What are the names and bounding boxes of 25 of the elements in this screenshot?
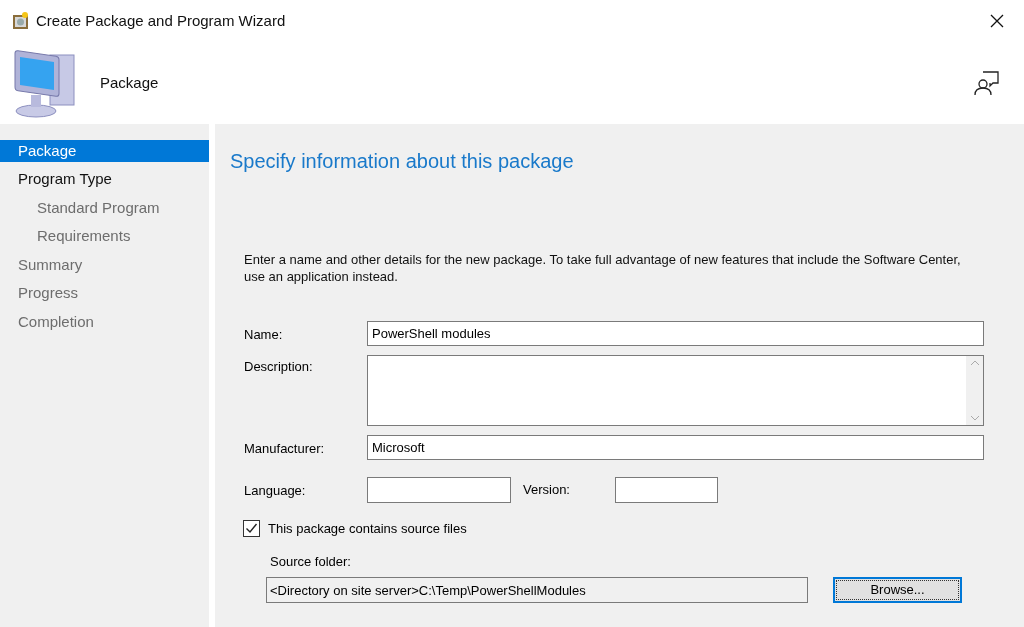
field-label: Source folder: — [270, 552, 352, 571]
field-label: Manufacturer: — [244, 440, 326, 458]
intro-text: Enter a name and other details for the new package. To take full advantage of new features that include the Software Center, use an application instead. — [244, 251, 962, 285]
source-folder-field[interactable]: <Directory on site server>C:\Temp\PowerShellModules — [266, 577, 808, 603]
checkbox-label: This package contains source files — [268, 520, 467, 538]
field-label: Version: — [523, 481, 571, 500]
description-field[interactable] — [367, 355, 984, 426]
name-field[interactable]: PowerShell modules — [367, 321, 984, 346]
field-label: Language: — [244, 482, 307, 500]
manufacturer-field[interactable]: Microsoft — [367, 435, 984, 460]
field-label: Description: — [244, 358, 314, 376]
window-title: Create Package and Program Wizard — [36, 10, 286, 31]
version-field[interactable] — [615, 477, 718, 503]
wizard-step[interactable]: Package — [0, 140, 209, 162]
wizard-step[interactable]: Program Type — [0, 168, 209, 191]
page-heading: Specify information about this package — [230, 149, 575, 174]
computer-icon — [12, 47, 78, 119]
wizard-icon — [12, 12, 30, 30]
browse-button[interactable]: Browse... — [833, 577, 962, 603]
checkbox[interactable] — [243, 520, 260, 538]
close-icon — [990, 14, 1004, 28]
page-header-title: Package — [100, 72, 159, 93]
feedback-person-icon[interactable] — [974, 70, 1000, 96]
language-field[interactable] — [367, 477, 511, 503]
field-label: Name: — [244, 326, 284, 344]
